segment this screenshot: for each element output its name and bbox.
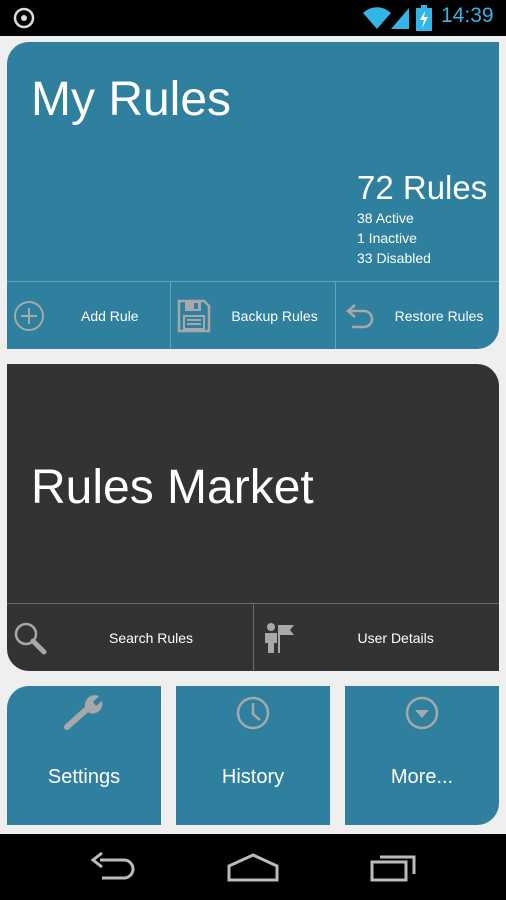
restore-rules-label: Restore Rules bbox=[394, 307, 484, 324]
wifi-icon bbox=[363, 7, 391, 29]
rules-market-card[interactable]: Rules Market Search Rules User Details bbox=[7, 364, 499, 671]
home-icon[interactable] bbox=[226, 852, 280, 882]
history-tile[interactable]: History bbox=[176, 686, 330, 825]
notification-icon bbox=[13, 7, 35, 29]
more-label: More... bbox=[390, 766, 454, 788]
inactive-count: 1 Inactive bbox=[357, 230, 417, 246]
my-rules-card[interactable]: My Rules 72 Rules 38 Active 1 Inactive 3… bbox=[7, 42, 499, 349]
chevron-down-circle-icon bbox=[405, 696, 439, 730]
clock: 14:39 bbox=[441, 4, 494, 27]
back-icon[interactable] bbox=[88, 852, 138, 882]
more-tile[interactable]: More... bbox=[345, 686, 499, 825]
magnifier-icon bbox=[14, 622, 47, 654]
rules-count: 72 Rules bbox=[357, 169, 488, 206]
user-flag-icon bbox=[264, 622, 294, 653]
recent-apps-icon[interactable] bbox=[370, 852, 420, 882]
disabled-count: 33 Disabled bbox=[357, 250, 431, 266]
rules-market-title: Rules Market bbox=[31, 461, 314, 514]
battery-charging-icon bbox=[416, 5, 432, 31]
navigation-bar bbox=[0, 834, 506, 900]
active-count: 38 Active bbox=[357, 210, 414, 226]
backup-rules-label: Backup Rules bbox=[231, 307, 318, 324]
search-rules-button[interactable]: Search Rules bbox=[7, 604, 253, 671]
my-rules-title: My Rules bbox=[31, 73, 232, 126]
restore-rules-button[interactable]: Restore Rules bbox=[334, 282, 499, 349]
status-bar: 14:39 bbox=[0, 0, 506, 36]
wrench-icon bbox=[64, 695, 103, 730]
rules-stats: 72 Rules 38 Active 1 Inactive 33 Disable… bbox=[357, 168, 487, 268]
backup-rules-button[interactable]: Backup Rules bbox=[170, 282, 334, 349]
add-circle-icon bbox=[14, 300, 44, 331]
settings-tile[interactable]: Settings bbox=[7, 686, 161, 825]
add-rule-label: Add Rule bbox=[81, 307, 139, 324]
floppy-disk-icon bbox=[178, 299, 211, 332]
rules-market-actions: Search Rules User Details bbox=[7, 603, 499, 671]
search-rules-label: Search Rules bbox=[109, 629, 194, 646]
undo-arrow-icon bbox=[345, 303, 373, 328]
my-rules-actions: Add Rule Backup Rules Restore Rules bbox=[7, 281, 499, 349]
clock-icon bbox=[236, 696, 270, 730]
add-rule-button[interactable]: Add Rule bbox=[7, 282, 170, 349]
settings-label: Settings bbox=[47, 766, 121, 788]
user-details-button[interactable]: User Details bbox=[252, 604, 500, 671]
user-details-label: User Details bbox=[357, 629, 434, 646]
signal-icon bbox=[391, 8, 409, 29]
history-label: History bbox=[221, 766, 285, 788]
